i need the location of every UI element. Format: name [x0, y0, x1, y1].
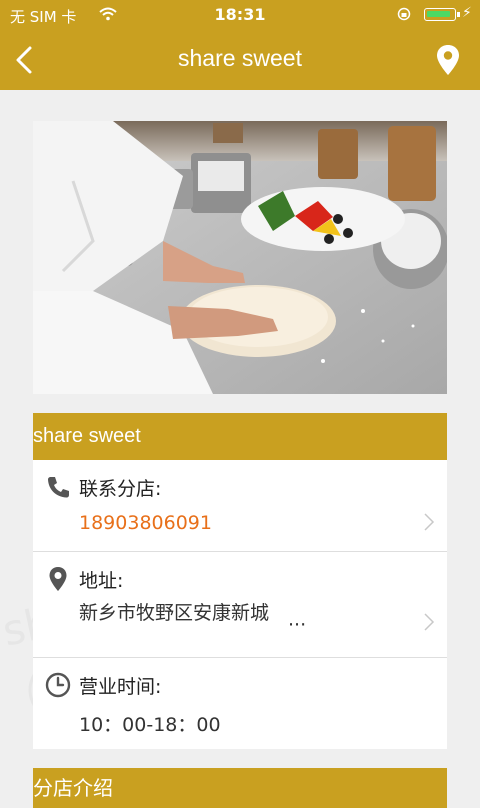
contact-label: 联系分店: — [79, 478, 162, 500]
chevron-right-icon — [424, 513, 435, 531]
location-button[interactable] — [432, 43, 464, 77]
page-title: share sweet — [177, 45, 302, 71]
address-row[interactable]: 地址: 新乡市牧野区安康新城 ··· — [33, 552, 447, 658]
hours-text: 10：00-18：00 — [79, 714, 221, 736]
contact-row[interactable]: 联系分店: 18903806091 — [33, 460, 447, 552]
address-label: 地址: — [79, 570, 124, 592]
nav-bar: share sweet — [0, 30, 480, 90]
charging-icon: ⚡ — [462, 5, 472, 21]
location-pin-icon — [437, 45, 459, 75]
address-more: ··· — [288, 614, 307, 636]
chevron-right-icon — [424, 613, 435, 631]
rotation-lock-icon — [397, 7, 411, 21]
status-bar: 无 SIM 卡 18:31 ⚡ — [0, 0, 480, 30]
battery-tip — [457, 12, 460, 17]
clock-icon — [45, 672, 71, 698]
store-name-header: share sweet — [33, 413, 447, 460]
battery-icon — [424, 8, 456, 21]
hero-image — [33, 121, 447, 394]
hours-label: 营业时间: — [79, 676, 162, 698]
branch-intro-header: 分店介绍 — [33, 768, 447, 808]
chef-kneading-dough-photo — [33, 121, 447, 394]
phone-number[interactable]: 18903806091 — [79, 512, 212, 534]
battery-level — [427, 11, 450, 17]
location-pin-icon — [49, 567, 67, 591]
phone-icon — [48, 477, 69, 498]
hours-row: 营业时间: 10：00-18：00 — [33, 658, 447, 748]
store-info-card: share sweet 联系分店: 18903806091 地址: 新乡市牧野区… — [33, 413, 447, 749]
address-text: 新乡市牧野区安康新城 — [79, 602, 270, 624]
